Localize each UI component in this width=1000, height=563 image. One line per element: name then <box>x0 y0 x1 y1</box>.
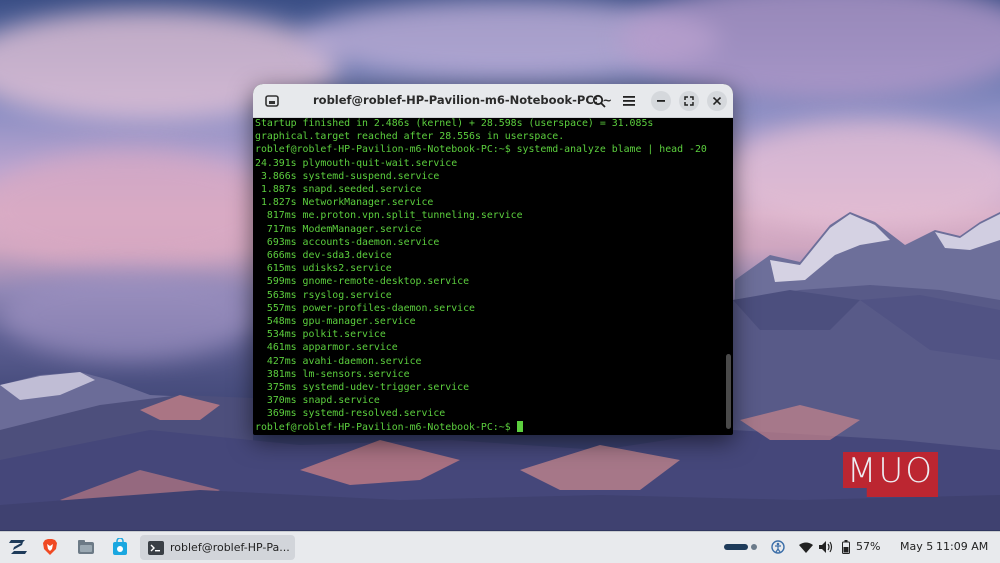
terminal-line: 817ms me.proton.vpn.split_tunneling.serv… <box>255 210 523 222</box>
close-button[interactable] <box>707 91 727 111</box>
terminal-window[interactable]: roblef@roblef-HP-Pavilion-m6-Notebook-PC… <box>253 84 733 435</box>
workspace-indicator[interactable] <box>724 544 748 550</box>
terminal-scrollbar[interactable] <box>726 354 731 429</box>
terminal-line: 461ms apparmor.service <box>255 342 398 354</box>
maximize-button[interactable] <box>679 91 699 111</box>
accessibility-icon[interactable] <box>768 537 788 557</box>
new-tab-icon[interactable] <box>264 93 280 109</box>
terminal-line: 534ms polkit.service <box>255 329 386 341</box>
terminal-line: 381ms lm-sensors.service <box>255 368 410 380</box>
brave-browser-icon[interactable] <box>40 537 60 557</box>
terminal-line: 369ms systemd-resolved.service <box>255 408 446 420</box>
terminal-cursor <box>516 420 523 432</box>
terminal-icon <box>148 540 164 555</box>
workspace-indicator-dot[interactable] <box>751 544 757 550</box>
terminal-line: graphical.target reached after 28.556s i… <box>255 131 565 143</box>
wifi-icon[interactable] <box>796 537 816 557</box>
volume-icon[interactable] <box>816 537 836 557</box>
terminal-line: 3.866s systemd-suspend.service <box>255 170 440 182</box>
hamburger-menu-icon[interactable] <box>619 91 639 111</box>
battery-percent[interactable]: 57% <box>856 540 880 553</box>
terminal-line: 599ms gnome-remote-desktop.service <box>255 276 470 288</box>
terminal-line: Startup finished in 2.486s (kernel) + 28… <box>255 118 654 129</box>
software-store-icon[interactable] <box>110 537 130 557</box>
terminal-line: 24.391s plymouth-quit-wait.service <box>255 157 458 169</box>
terminal-line: 1.887s snapd.seeded.service <box>255 184 422 196</box>
minimize-button[interactable] <box>651 91 671 111</box>
taskbar: roblef@roblef-HP-Pa... 57% May 5 11:09 A… <box>0 531 1000 563</box>
terminal-line: 563ms rsyslog.service <box>255 289 392 301</box>
terminal-line: 1.827s NetworkManager.service <box>255 197 434 209</box>
terminal-line: 666ms dev-sda3.device <box>255 250 392 262</box>
battery-icon[interactable] <box>836 537 856 557</box>
terminal-line: 717ms ModemManager.service <box>255 223 422 235</box>
terminal-titlebar[interactable]: roblef@roblef-HP-Pavilion-m6-Notebook-PC… <box>253 84 733 118</box>
terminal-line: 615ms udisks2.service <box>255 263 392 275</box>
files-icon[interactable] <box>76 537 96 557</box>
terminal-line: 375ms systemd-udev-trigger.service <box>255 382 470 394</box>
taskbar-task-label: roblef@roblef-HP-Pa... <box>170 541 290 554</box>
clock-date[interactable]: May 5 <box>900 540 933 553</box>
terminal-prompt-line[interactable]: roblef@roblef-HP-Pavilion-m6-Notebook-PC… <box>255 420 723 434</box>
terminal-line: 548ms gpu-manager.service <box>255 316 416 328</box>
terminal-prompt: roblef@roblef-HP-Pavilion-m6-Notebook-PC… <box>255 421 517 433</box>
terminal-line: 370ms snapd.service <box>255 395 380 407</box>
terminal-title: roblef@roblef-HP-Pavilion-m6-Notebook-PC… <box>313 93 612 107</box>
terminal-output[interactable]: Startup finished in 2.486s (kernel) + 28… <box>253 117 723 435</box>
terminal-line: 557ms power-profiles-daemon.service <box>255 302 475 314</box>
terminal-line: 427ms avahi-daemon.service <box>255 355 422 367</box>
terminal-line: roblef@roblef-HP-Pavilion-m6-Notebook-PC… <box>255 144 707 156</box>
taskbar-terminal-task[interactable]: roblef@roblef-HP-Pa... <box>140 535 295 560</box>
terminal-line: 693ms accounts-daemon.service <box>255 236 440 248</box>
clock-time[interactable]: 11:09 AM <box>936 540 988 553</box>
zorin-logo-icon[interactable] <box>8 537 28 557</box>
search-icon[interactable] <box>589 91 609 111</box>
